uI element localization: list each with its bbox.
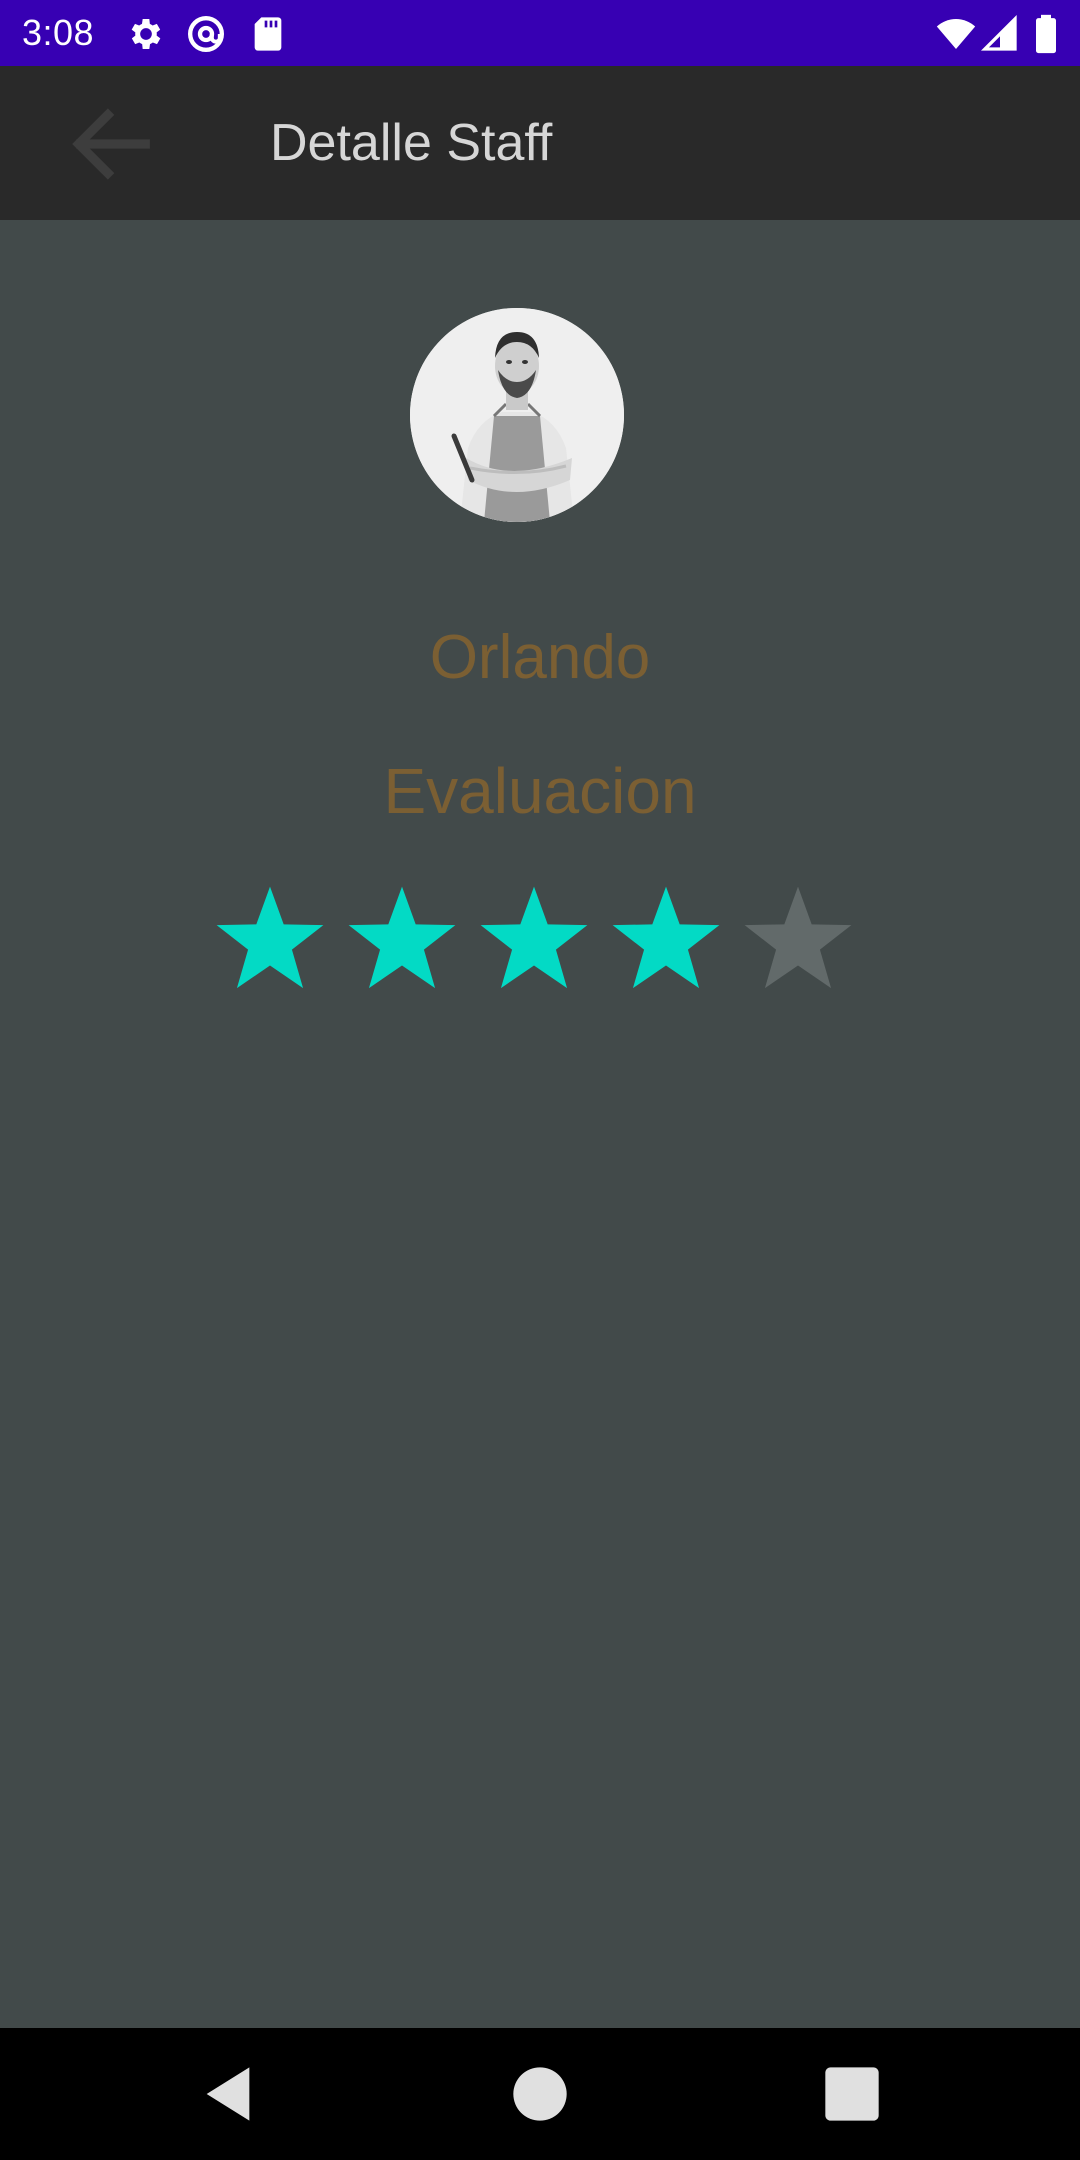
evaluation-label: Evaluacion [383,755,697,827]
page-title: Detalle Staff [270,114,553,172]
avatar [410,308,624,522]
rating-bar[interactable] [212,882,872,1002]
cellular-signal-icon [980,14,1020,54]
staff-detail-content: Orlando Evaluacion [0,220,1080,2028]
navigation-bar [0,2028,1080,2160]
gear-icon [126,14,166,54]
at-sign-icon [186,14,226,54]
wifi-icon [934,14,978,54]
status-time: 3:08 [22,12,95,53]
star-filled-icon[interactable] [608,882,724,998]
home-circle-icon [513,2067,567,2121]
back-button[interactable] [56,96,168,192]
nav-home-button[interactable] [508,2062,572,2126]
star-filled-icon[interactable] [344,882,460,998]
app-bar: Detalle Staff [0,66,1080,220]
battery-icon [1028,14,1064,54]
arrow-back-icon [72,108,150,180]
staff-name: Orlando [429,623,651,692]
nav-back-button[interactable] [196,2062,260,2126]
star-filled-icon[interactable] [212,882,328,998]
staff-photo [410,308,624,522]
sd-card-icon [248,14,288,54]
status-bar: 3:08 [0,0,1080,66]
star-filled-icon[interactable] [476,882,592,998]
nav-recents-button[interactable] [820,2062,884,2126]
recents-square-icon [825,2067,879,2121]
star-empty-icon[interactable] [740,882,856,998]
back-triangle-icon [206,2067,250,2121]
